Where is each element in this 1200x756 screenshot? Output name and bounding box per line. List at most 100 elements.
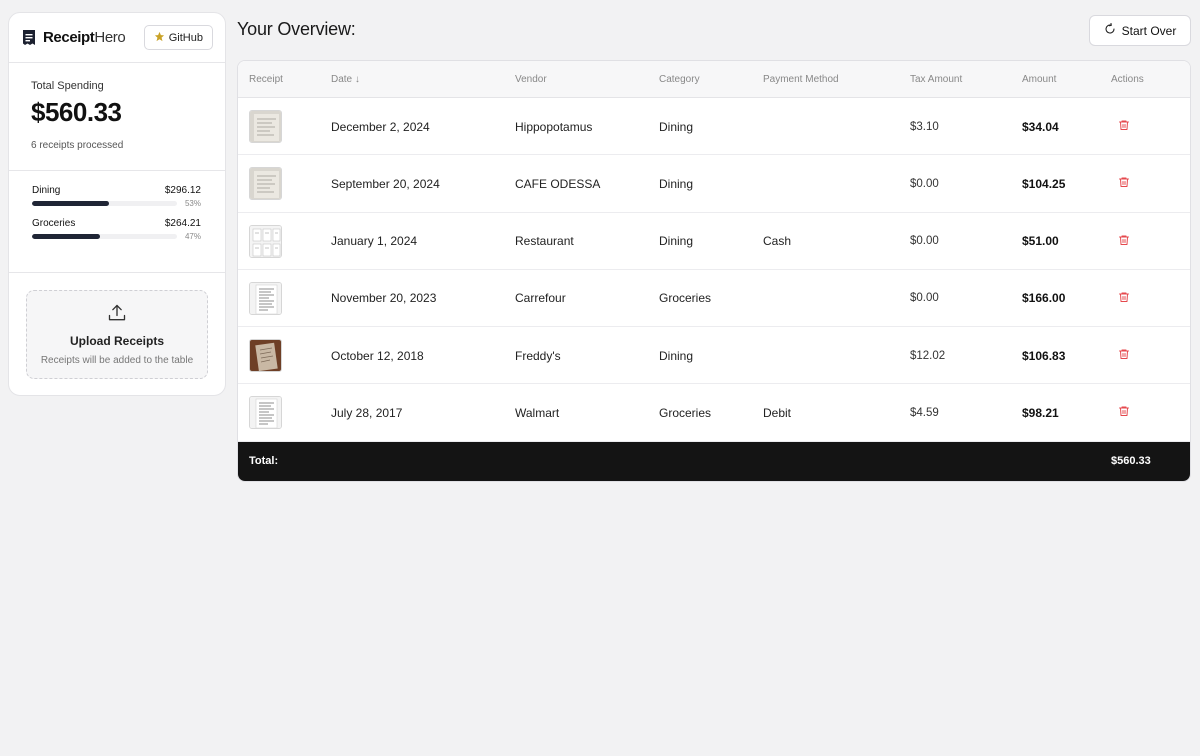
column-header-vendor: Vendor	[515, 74, 547, 85]
category-progress-fill	[32, 201, 109, 206]
category-progress-track	[32, 234, 177, 239]
trash-icon	[1118, 291, 1130, 306]
receipt-thumbnail[interactable]	[249, 339, 282, 373]
total-spending-label: Total Spending	[31, 80, 104, 92]
start-over-label: Start Over	[1121, 23, 1177, 38]
cell-category: Dining	[659, 176, 694, 191]
cell-vendor: CAFE ODESSA	[515, 176, 601, 191]
brand-bar: ReceiptHero GitHub	[9, 13, 225, 63]
total-spending-section: Total Spending $560.33 6 receipts proces…	[9, 63, 225, 171]
cell-amount: $106.83	[1022, 348, 1066, 363]
cell-vendor: Hippopotamus	[515, 119, 593, 134]
upload-receipts-dropzone[interactable]: Upload Receipts Receipts will be added t…	[26, 290, 208, 379]
category-percent: 53%	[184, 199, 201, 208]
column-header-payment-method: Payment Method	[763, 74, 839, 85]
category-dining: Dining $296.12 53%	[32, 185, 201, 208]
delete-button[interactable]	[1118, 405, 1130, 420]
cell-tax-amount: $3.10	[910, 120, 939, 133]
github-button[interactable]: GitHub	[143, 25, 213, 50]
column-header-date[interactable]: Date ↓	[331, 61, 360, 98]
refresh-icon	[1104, 22, 1116, 38]
delete-button[interactable]	[1118, 234, 1130, 249]
delete-button[interactable]	[1118, 291, 1130, 306]
table-body: December 2, 2024 Hippopotamus Dining $3.10 $…	[238, 98, 1190, 442]
cell-amount: $98.21	[1022, 405, 1059, 420]
cell-date: October 12, 2018	[331, 348, 424, 363]
github-label: GitHub	[168, 31, 203, 44]
page-title: Your Overview:	[237, 19, 356, 39]
cell-tax-amount: $4.59	[910, 406, 939, 419]
upload-title: Upload Receipts	[69, 334, 165, 348]
cell-category: Dining	[659, 234, 694, 249]
delete-button[interactable]	[1118, 119, 1130, 134]
cell-vendor: Walmart	[515, 405, 560, 420]
column-header-amount: Amount	[1022, 74, 1057, 85]
brand-logo[interactable]: ReceiptHero	[21, 29, 144, 46]
category-progress-fill	[32, 234, 101, 239]
cell-tax-amount: $0.00	[910, 235, 939, 248]
cell-date: July 28, 2017	[331, 405, 403, 420]
column-header-tax-amount: Tax Amount	[910, 74, 963, 85]
upload-icon	[107, 303, 127, 328]
delete-button[interactable]	[1118, 176, 1130, 191]
trash-icon	[1118, 176, 1130, 191]
table-footer: Total: $560.33	[238, 442, 1190, 481]
cell-tax-amount: $12.02	[910, 349, 946, 362]
receipt-thumbnail[interactable]	[249, 224, 282, 258]
column-header-receipt: Receipt	[249, 74, 283, 85]
category-progress-track	[32, 201, 177, 206]
upload-subtitle: Receipts will be added to the table	[40, 355, 194, 366]
table-row[interactable]: January 1, 2024 Restaurant Dining Cash $0.00…	[238, 213, 1190, 270]
category-percent: 47%	[184, 232, 201, 241]
table-row[interactable]: September 20, 2024 CAFE ODESSA Dining $0.00…	[238, 155, 1190, 213]
cell-date: January 1, 2024	[331, 234, 418, 249]
category-breakdown: Dining $296.12 53% Groceries $264.21 47%	[9, 171, 225, 273]
cell-payment-method: Debit	[763, 405, 792, 420]
brand-name: ReceiptHero	[43, 29, 126, 46]
cell-date: September 20, 2024	[331, 176, 440, 191]
table-row[interactable]: October 12, 2018 Freddy's Dining $12.02 $106…	[238, 327, 1190, 385]
table-row[interactable]: July 28, 2017 Walmart Groceries Debit $4.59 $…	[238, 384, 1190, 442]
receipt-thumbnail[interactable]	[249, 110, 282, 143]
start-over-button[interactable]: Start Over	[1089, 15, 1191, 46]
cell-payment-method: Cash	[763, 234, 792, 249]
cell-date: December 2, 2024	[331, 119, 430, 134]
delete-button[interactable]	[1118, 348, 1130, 363]
category-groceries: Groceries $264.21 47%	[32, 218, 201, 241]
cell-amount: $104.25	[1022, 176, 1066, 191]
table-row[interactable]: November 20, 2023 Carrefour Groceries $0.00…	[238, 270, 1190, 328]
footer-total-label: Total:	[249, 455, 279, 467]
table-row[interactable]: December 2, 2024 Hippopotamus Dining $3.10 $…	[238, 98, 1190, 156]
cell-category: Dining	[659, 348, 694, 363]
cell-category: Dining	[659, 119, 694, 134]
receipt-thumbnail[interactable]	[249, 396, 282, 430]
cell-category: Groceries	[659, 291, 712, 306]
trash-icon	[1118, 119, 1130, 134]
cell-amount: $166.00	[1022, 291, 1066, 306]
cell-tax-amount: $0.00	[910, 292, 939, 305]
sidebar: ReceiptHero GitHub Total Spending $560.3…	[8, 12, 226, 396]
category-name: Groceries	[32, 218, 76, 229]
trash-icon	[1118, 348, 1130, 363]
cell-vendor: Carrefour	[515, 291, 566, 306]
trash-icon	[1118, 234, 1130, 249]
table-header: Receipt Date ↓ Vendor Category Payment M…	[238, 61, 1190, 98]
cell-vendor: Restaurant	[515, 234, 574, 249]
column-header-actions: Actions	[1111, 74, 1144, 85]
trash-icon	[1118, 405, 1130, 420]
category-name: Dining	[32, 185, 61, 196]
cell-amount: $51.00	[1022, 234, 1059, 249]
receipt-thumbnail[interactable]	[249, 167, 282, 201]
total-spending-amount: $560.33	[31, 97, 122, 127]
cell-amount: $34.04	[1022, 119, 1059, 134]
receipt-thumbnail[interactable]	[249, 281, 282, 315]
category-amount: $296.12	[164, 185, 201, 196]
receipts-table: Receipt Date ↓ Vendor Category Payment M…	[237, 60, 1191, 482]
column-header-category: Category	[659, 74, 700, 85]
category-amount: $264.21	[164, 218, 201, 229]
cell-vendor: Freddy's	[515, 348, 561, 363]
cell-category: Groceries	[659, 405, 712, 420]
receipt-icon	[21, 29, 37, 46]
star-icon	[154, 31, 165, 45]
footer-total-amount: $560.33	[1111, 455, 1151, 467]
